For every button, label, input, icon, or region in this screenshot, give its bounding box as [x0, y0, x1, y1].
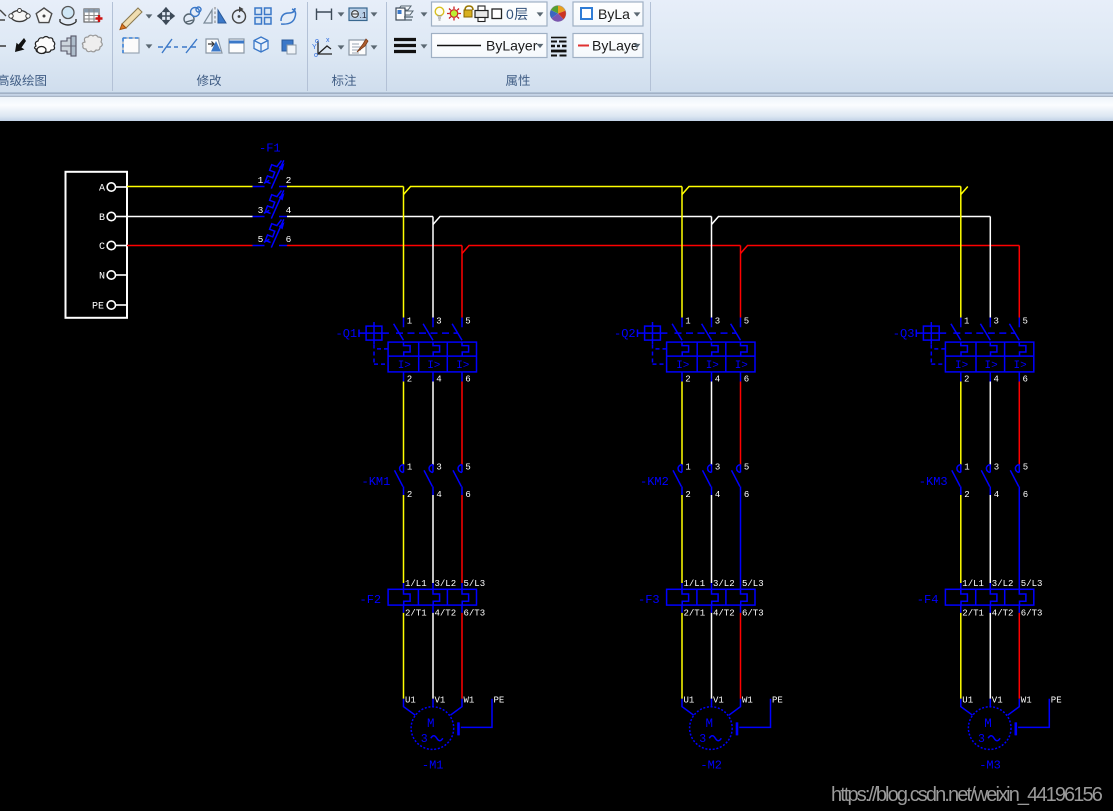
svg-text:1: 1: [407, 462, 412, 472]
svg-text:-F4: -F4: [917, 593, 939, 607]
svg-text:6/T3: 6/T3: [464, 609, 486, 619]
svg-text:x: x: [326, 37, 330, 44]
svg-text:4: 4: [286, 205, 292, 216]
svg-text:PE: PE: [92, 302, 104, 313]
svg-text:PE: PE: [494, 696, 505, 706]
svg-text:ByLaye: ByLaye: [592, 37, 639, 53]
svg-text:-F3: -F3: [638, 593, 660, 607]
svg-text:.1: .1: [360, 10, 367, 20]
svg-text:https://blog.csdn.net/weixin_4: https://blog.csdn.net/weixin_44196156: [831, 784, 1103, 806]
svg-text:5: 5: [465, 317, 470, 327]
svg-text:6: 6: [286, 234, 292, 245]
svg-text:N: N: [99, 272, 105, 283]
svg-text:o: o: [314, 52, 318, 59]
svg-text:W1: W1: [464, 696, 475, 706]
svg-text:I>: I>: [427, 360, 440, 372]
svg-text:6: 6: [465, 375, 470, 385]
svg-text:B: B: [99, 213, 105, 224]
svg-text:C: C: [99, 242, 105, 253]
svg-text:6: 6: [465, 490, 470, 500]
svg-text:-KM2: -KM2: [640, 475, 669, 489]
svg-text:1: 1: [407, 317, 412, 327]
svg-text:-Q3: -Q3: [893, 327, 915, 341]
svg-text:2: 2: [286, 175, 292, 186]
svg-text:-F1: -F1: [259, 142, 281, 156]
svg-text:A: A: [99, 184, 105, 195]
svg-text:4: 4: [436, 490, 441, 500]
svg-text:2/T1: 2/T1: [405, 609, 427, 619]
svg-text:5: 5: [465, 462, 470, 472]
svg-text:4: 4: [436, 375, 441, 385]
svg-text:3: 3: [436, 462, 441, 472]
svg-text:V1: V1: [435, 696, 446, 706]
svg-text:-Q2: -Q2: [614, 327, 636, 341]
svg-text:Y: Y: [312, 44, 317, 51]
svg-text:ByLa: ByLa: [598, 6, 630, 22]
svg-text:4/T2: 4/T2: [435, 609, 457, 619]
svg-text:3: 3: [258, 205, 264, 216]
svg-text:-M2: -M2: [700, 759, 722, 773]
svg-text:I>: I>: [456, 360, 469, 372]
svg-text:I>: I>: [398, 360, 411, 372]
svg-text:3: 3: [421, 733, 428, 746]
svg-text:M: M: [427, 717, 435, 731]
svg-text:-M1: -M1: [422, 759, 444, 773]
svg-text:U1: U1: [405, 696, 416, 706]
svg-text:-KM1: -KM1: [362, 475, 391, 489]
svg-text:-Q1: -Q1: [336, 327, 358, 341]
svg-text:1/L1: 1/L1: [405, 579, 427, 589]
svg-text:-F2: -F2: [360, 593, 382, 607]
svg-text:-KM3: -KM3: [919, 475, 948, 489]
svg-text:5: 5: [258, 234, 264, 245]
svg-text:3/L2: 3/L2: [435, 579, 457, 589]
svg-text:0: 0: [506, 6, 514, 22]
svg-text:1: 1: [258, 175, 264, 186]
svg-text:2: 2: [407, 490, 412, 500]
svg-text:-M3: -M3: [979, 759, 1001, 773]
svg-text:2: 2: [407, 375, 412, 385]
svg-text:5/L3: 5/L3: [464, 579, 486, 589]
svg-text:ByLayer: ByLayer: [486, 37, 538, 53]
svg-text:3: 3: [436, 317, 441, 327]
